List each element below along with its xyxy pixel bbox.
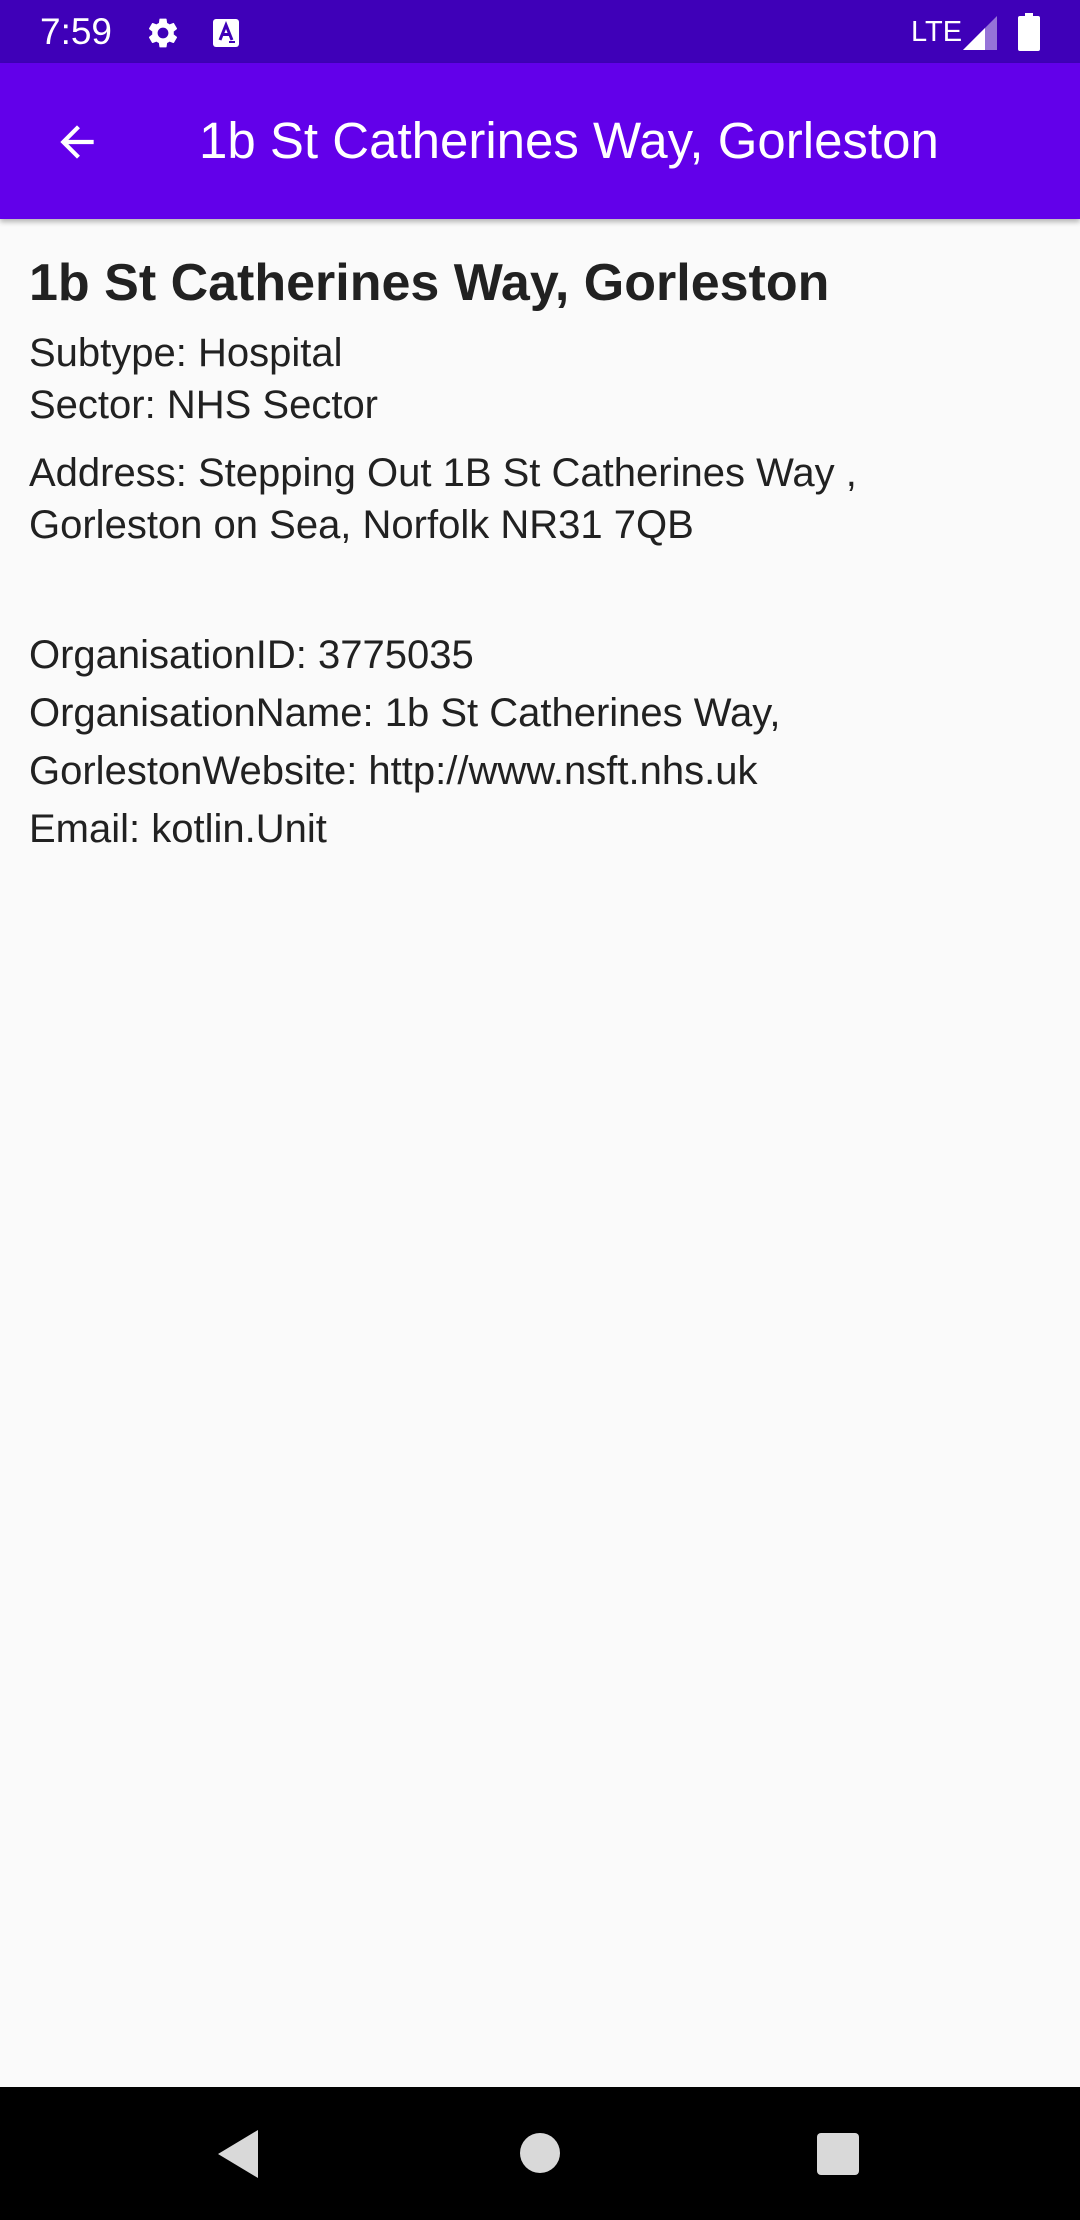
- type-info: Subtype: Hospital Sector: NHS Sector: [29, 327, 1049, 431]
- network-type: LTE: [911, 16, 963, 48]
- text-a-icon: [213, 19, 239, 47]
- status-time: 7:59: [40, 11, 113, 52]
- signal-icon: [963, 16, 997, 50]
- organisation-id-text: OrganisationID: 3775035: [29, 633, 474, 677]
- organisation-info: OrganisationID: 3775035 OrganisationName…: [29, 626, 1049, 858]
- back-button[interactable]: [30, 95, 124, 189]
- sector-text: Sector: NHS Sector: [29, 383, 379, 427]
- email-text: Email: kotlin.Unit: [29, 807, 327, 851]
- address-line-2: Gorleston on Sea, Norfolk NR31 7QB: [29, 503, 694, 547]
- app-bar-title: 1b St Catherines Way, Gorleston: [199, 112, 939, 169]
- organisation-name-text: OrganisationName: 1b St Catherines Way,: [29, 691, 781, 735]
- gear-icon: [148, 18, 178, 48]
- system-nav-bar: [0, 2087, 1080, 2220]
- organisation-heading: 1b St Catherines Way, Gorleston: [29, 254, 830, 312]
- address-line-1: Address: Stepping Out 1B St Catherines W…: [29, 451, 857, 495]
- arrow-left-icon: [60, 125, 94, 159]
- app-bar: 1b St Catherines Way, Gorleston: [0, 63, 1080, 219]
- nav-back-icon[interactable]: [214, 2128, 264, 2180]
- organisation-website-text: GorlestonWebsite: http://www.nsft.nhs.uk: [29, 749, 758, 793]
- status-bar: 7:59 LTE: [0, 0, 1080, 63]
- subtype-text: Subtype: Hospital: [29, 331, 343, 375]
- nav-recents-icon[interactable]: [817, 2133, 859, 2175]
- address-info: Address: Stepping Out 1B St Catherines W…: [29, 447, 1049, 551]
- nav-home-icon[interactable]: [520, 2133, 560, 2173]
- organisation-detail: 1b St Catherines Way, Gorleston Subtype:…: [29, 250, 1049, 858]
- battery-icon: [1018, 13, 1040, 51]
